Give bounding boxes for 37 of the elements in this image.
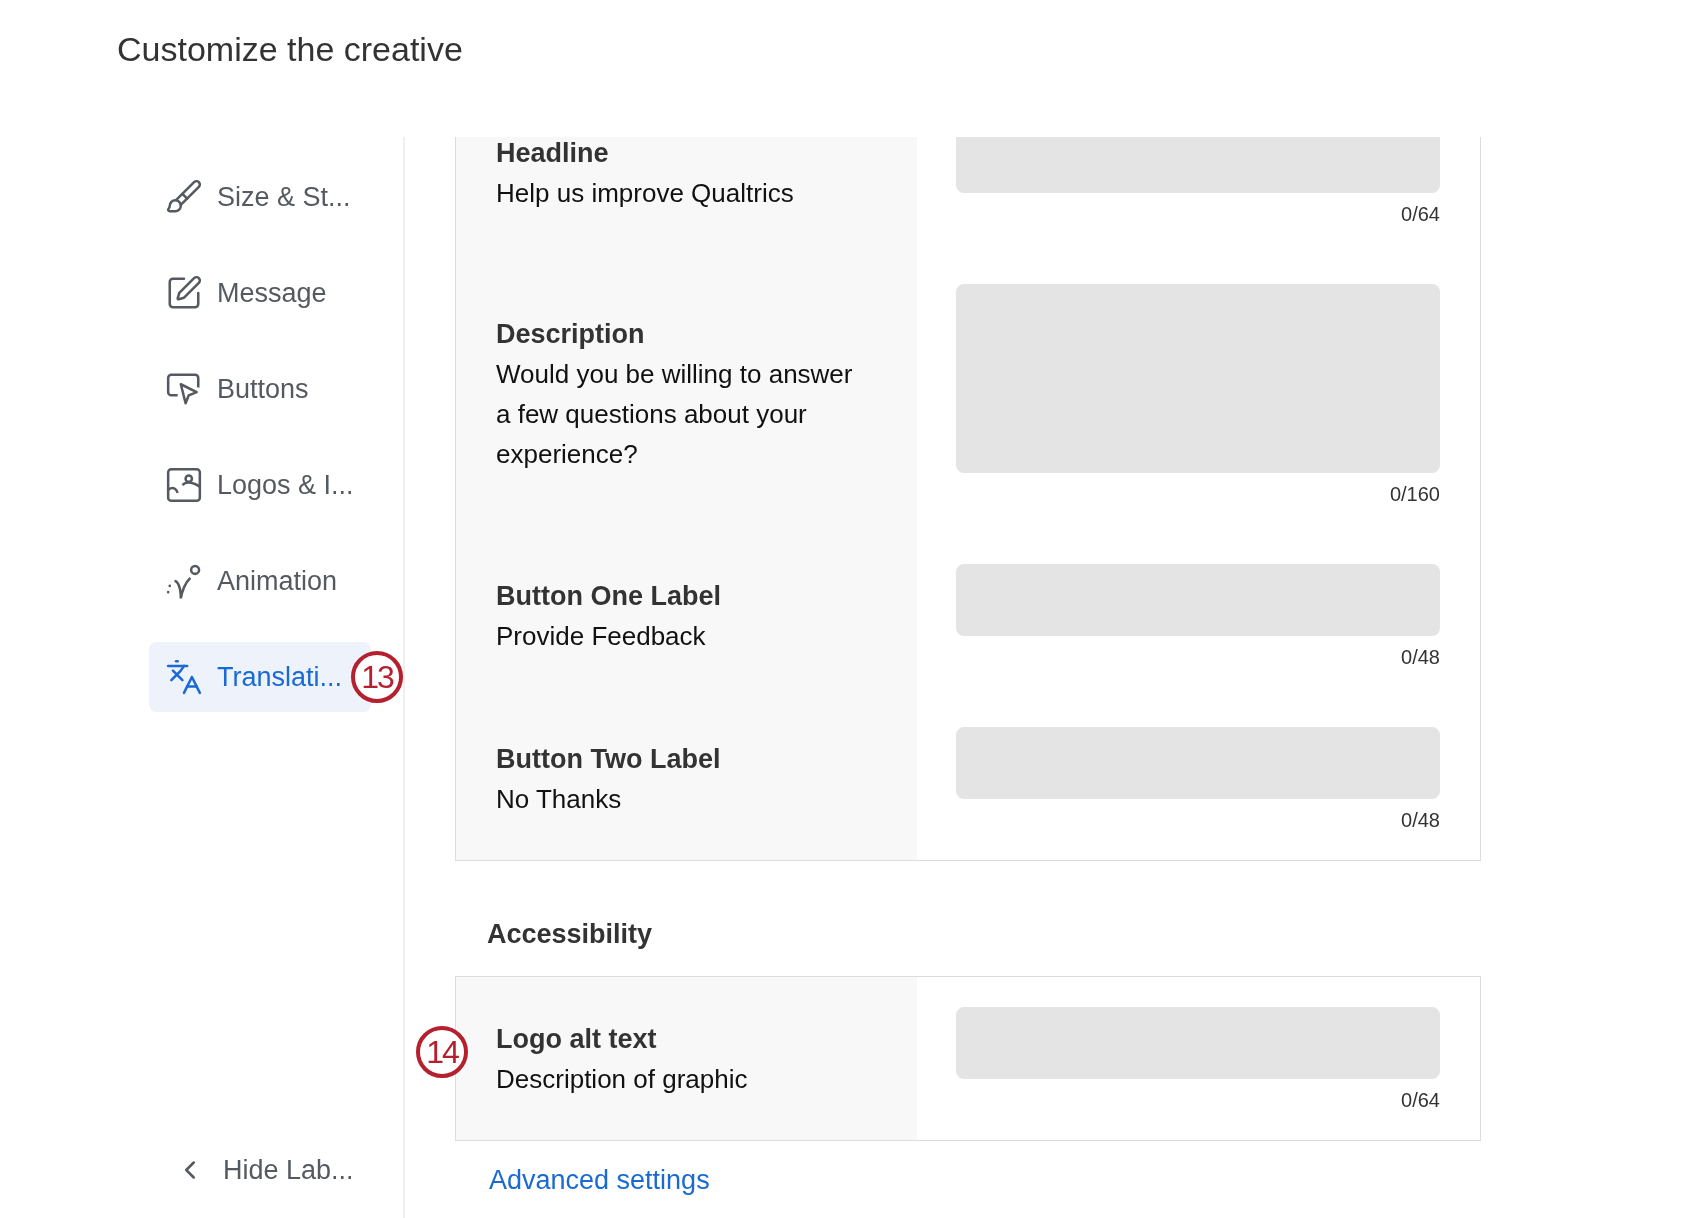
source-text: Help us improve Qualtrics: [496, 176, 795, 210]
pointer-icon: [165, 370, 203, 408]
character-counter: 0/160: [1389, 483, 1440, 506]
character-counter: 0/64: [1401, 203, 1440, 226]
callout-badge: 13: [351, 651, 403, 703]
advanced-settings-link[interactable]: Advanced settings: [489, 1165, 710, 1196]
source-text: Would you be willing to answer a few questions about your experience?: [496, 358, 854, 471]
callout-badge: 14: [416, 1026, 468, 1078]
brush-icon: [165, 178, 203, 216]
translation-field[interactable]: [956, 727, 1440, 799]
character-counter: 0/48: [1401, 809, 1440, 832]
sidebar-item[interactable]: Message: [149, 258, 371, 328]
source-text: Provide Feedback: [496, 619, 707, 653]
sidebar-item[interactable]: Animation: [149, 546, 371, 616]
source-text: No Thanks: [496, 782, 623, 816]
character-counter: 0/48: [1401, 646, 1440, 669]
character-counter: 0/64: [1401, 1089, 1440, 1112]
sidebar-item[interactable]: Buttons: [149, 354, 371, 424]
sidebar-item[interactable]: Size & St...: [149, 162, 371, 232]
field-label: Headline: [496, 137, 610, 170]
translation-field[interactable]: [956, 564, 1440, 636]
source-text: Description of graphic: [496, 1062, 749, 1096]
translation-field[interactable]: [956, 284, 1440, 473]
translate-icon: [165, 658, 203, 696]
sidebar-item[interactable]: Logos & I...: [149, 450, 371, 520]
edit-icon: [165, 274, 203, 312]
animation-icon: [165, 562, 203, 600]
field-label: Button Two Label: [496, 742, 722, 776]
translation-field[interactable]: [956, 137, 1440, 193]
section-heading: Accessibility: [487, 919, 653, 950]
image-icon: [165, 466, 203, 504]
page-title: Customize the creative: [117, 30, 463, 69]
field-label: Logo alt text: [496, 1022, 658, 1056]
field-label: Description: [496, 318, 646, 351]
field-label: Button One Label: [496, 579, 722, 613]
translation-field[interactable]: [956, 1007, 1440, 1079]
hide-labels-button[interactable]: Hide Lab...: [149, 1130, 403, 1210]
